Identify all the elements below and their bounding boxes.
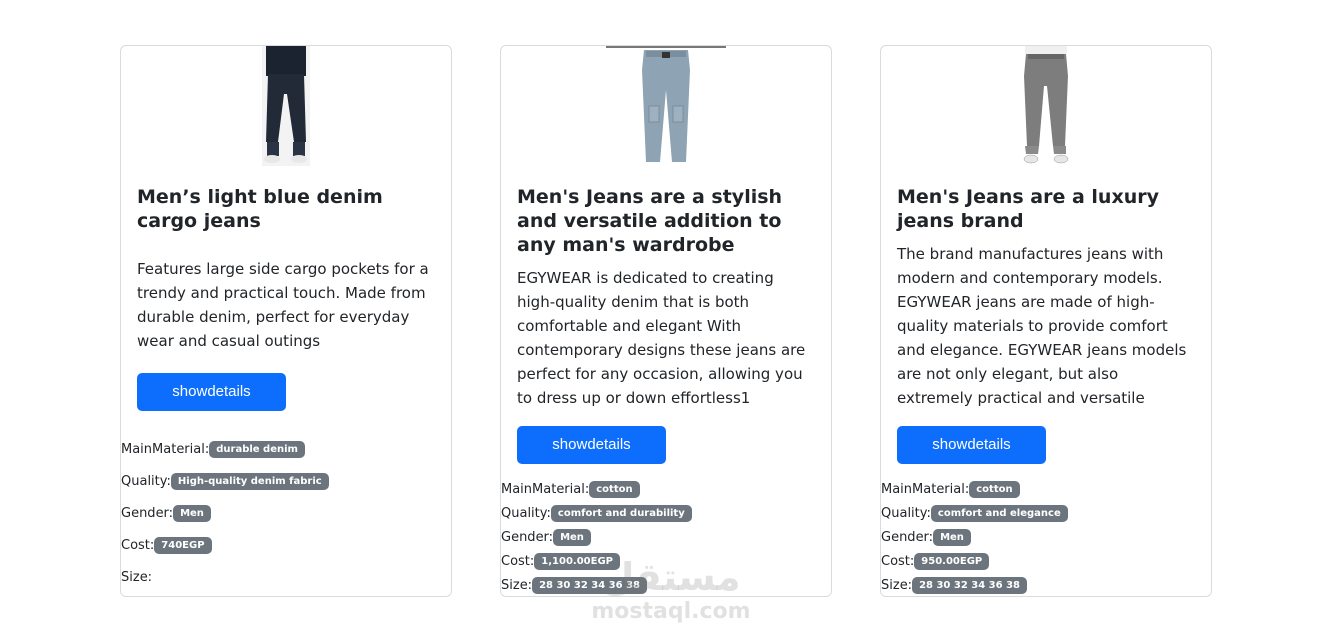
- main-material-label: MainMaterial:: [121, 442, 210, 457]
- quality-label: Quality:: [501, 506, 551, 521]
- product-image: [121, 46, 451, 166]
- quality-row: Quality: comfort and elegance: [881, 505, 1068, 523]
- main-material-row: MainMaterial: durable denim: [121, 441, 305, 459]
- cost-label: Cost:: [881, 554, 915, 569]
- gender-label: Gender:: [881, 530, 934, 545]
- quality-label: Quality:: [121, 474, 171, 489]
- product-image: [501, 46, 831, 166]
- quality-badge: comfort and durability: [550, 505, 692, 522]
- quality-row: Quality: comfort and durability: [501, 505, 692, 523]
- gender-label: Gender:: [121, 506, 174, 521]
- cost-badge: 740EGP: [154, 537, 212, 554]
- main-material-label: MainMaterial:: [501, 482, 590, 497]
- product-description: Features large side cargo pockets for a …: [137, 260, 429, 350]
- cost-label: Cost:: [121, 538, 155, 553]
- quality-badge: comfort and elegance: [930, 505, 1068, 522]
- show-details-button[interactable]: showdetails: [897, 426, 1046, 464]
- gender-row: Gender: Men: [121, 505, 211, 523]
- product-title: Men’s light blue denim cargo jeans: [137, 186, 383, 232]
- cost-badge: 950.00EGP: [914, 553, 990, 570]
- main-material-label: MainMaterial:: [881, 482, 970, 497]
- size-label: Size:: [121, 570, 153, 585]
- quality-label: Quality:: [881, 506, 931, 521]
- product-description: The brand manufactures jeans with modern…: [897, 245, 1187, 407]
- quality-badge: High-quality denim fabric: [170, 473, 329, 490]
- size-row: Size: 28 30 32 34 36 38: [501, 577, 647, 595]
- cost-badge: 1,100.00EGP: [534, 553, 620, 570]
- size-badge: 28 30 32 34 36 38: [912, 577, 1027, 594]
- size-row: Size: 28 30 32 34 36 38: [881, 577, 1027, 595]
- gender-badge: Men: [933, 529, 971, 546]
- gender-row: Gender: Men: [501, 529, 591, 547]
- product-title: Men's Jeans are a luxury jeans brand: [897, 186, 1159, 232]
- cost-row: Cost: 740EGP: [121, 537, 212, 555]
- gender-badge: Men: [553, 529, 591, 546]
- cost-row: Cost: 1,100.00EGP: [501, 553, 620, 571]
- gender-badge: Men: [173, 505, 211, 522]
- main-material-badge: cotton: [969, 481, 1020, 498]
- gender-label: Gender:: [501, 530, 554, 545]
- product-card: Men’s light blue denim cargo jeans Featu…: [120, 45, 452, 597]
- quality-row: Quality: High-quality denim fabric: [121, 473, 329, 491]
- product-card: Men's Jeans are a luxury jeans brand The…: [880, 45, 1212, 597]
- main-material-row: MainMaterial: cotton: [881, 481, 1020, 499]
- size-row: Size:: [121, 569, 152, 587]
- show-details-button[interactable]: showdetails: [517, 426, 666, 464]
- product-description: EGYWEAR is dedicated to creating high-qu…: [517, 269, 806, 407]
- cost-row: Cost: 950.00EGP: [881, 553, 990, 571]
- product-card: Men's Jeans are a stylish and versatile …: [500, 45, 832, 597]
- size-label: Size:: [881, 578, 913, 593]
- main-material-badge: cotton: [589, 481, 640, 498]
- main-material-badge: durable denim: [209, 441, 305, 458]
- product-image: [881, 46, 1211, 166]
- main-material-row: MainMaterial: cotton: [501, 481, 640, 499]
- product-title: Men's Jeans are a stylish and versatile …: [517, 186, 783, 256]
- gender-row: Gender: Men: [881, 529, 971, 547]
- cost-label: Cost:: [501, 554, 535, 569]
- size-label: Size:: [501, 578, 533, 593]
- show-details-button[interactable]: showdetails: [137, 373, 286, 411]
- watermark-latin: mostaql.com: [591, 599, 751, 624]
- size-badge: 28 30 32 34 36 38: [532, 577, 647, 594]
